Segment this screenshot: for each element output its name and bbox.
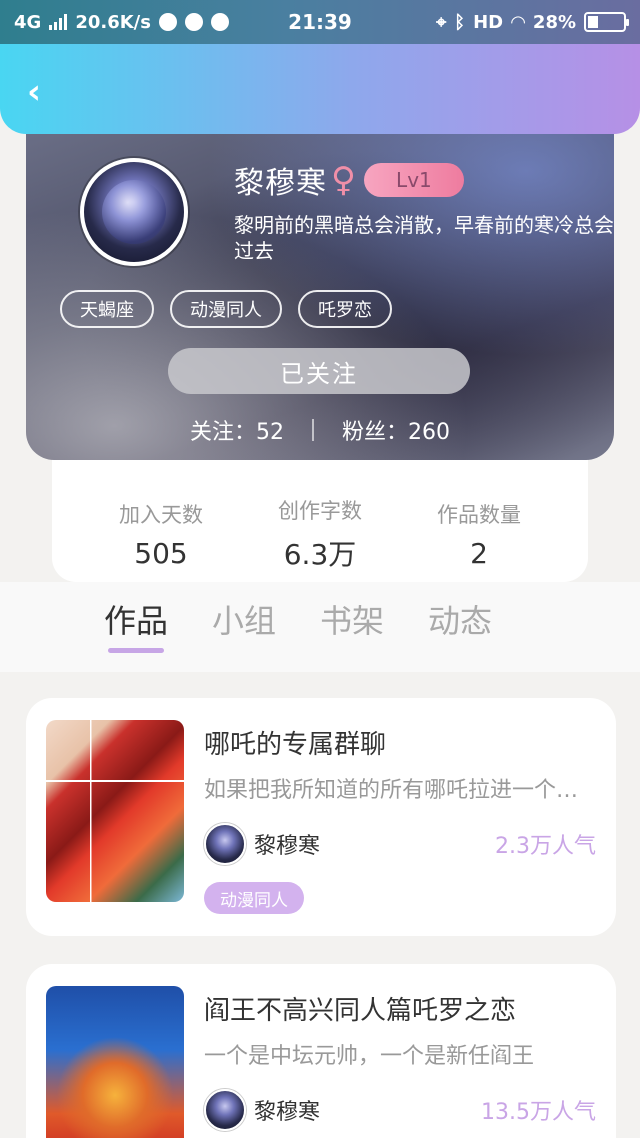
network-label: 4G <box>14 11 42 33</box>
following-count[interactable]: 关注：52 <box>190 414 284 446</box>
stat-value: 505 <box>134 536 188 570</box>
app-notification-icon <box>158 13 177 31</box>
stat-value: 6.3万 <box>283 538 357 571</box>
stat-label: 创作字数 <box>278 499 362 523</box>
author-name[interactable]: 黎穆寒 <box>254 828 495 860</box>
tab-activity[interactable]: 动态 <box>428 596 492 642</box>
battery-level <box>588 16 599 28</box>
chat-notification-icon <box>184 13 203 31</box>
stat-word-count: 创作字数 6.3万 <box>255 495 385 573</box>
media-notification-icon <box>210 13 229 31</box>
follow-button[interactable]: 已关注 <box>168 348 470 394</box>
profile-tag[interactable]: 吒罗恋 <box>298 290 392 328</box>
profile-tag[interactable]: 动漫同人 <box>170 290 282 328</box>
author-avatar[interactable] <box>204 823 246 865</box>
clock: 21:39 <box>288 10 352 34</box>
stat-works-count: 作品数量 2 <box>414 499 544 570</box>
profile-tag[interactable]: 天蝎座 <box>60 290 154 328</box>
popularity-count: 2.3万人气 <box>495 834 596 859</box>
author-row: 黎穆寒 2.3万人气 <box>204 822 596 866</box>
work-cover[interactable] <box>46 986 184 1138</box>
work-cover[interactable] <box>46 720 184 902</box>
avatar[interactable] <box>80 158 188 266</box>
battery-icon <box>584 12 630 32</box>
stat-label: 作品数量 <box>437 502 521 527</box>
divider <box>312 419 314 441</box>
signal-icon <box>49 14 68 30</box>
author-row: 黎穆寒 13.5万人气 <box>204 1088 596 1132</box>
work-title[interactable]: 哪吒的专属群聊 <box>204 724 594 761</box>
work-description: 一个是中坛元帅，一个是新任阎王 <box>204 1044 535 1069</box>
popularity-count: 13.5万人气 <box>481 1100 596 1125</box>
tabs: 作品 小组 书架 动态 <box>104 596 492 653</box>
stat-join-days: 加入天数 505 <box>96 499 226 570</box>
stats-card: 加入天数 505 创作字数 6.3万 作品数量 2 <box>52 452 588 582</box>
battery-percent: 28% <box>532 11 577 33</box>
profile-card: 黎穆寒 ♀ Lv1 黎明前的黑暗总会消散，早春前的寒冷总会过去 天蝎座 动漫同人… <box>26 120 614 460</box>
tabs-bar: 作品 小组 书架 动态 <box>0 582 640 672</box>
tab-bookshelf[interactable]: 书架 <box>320 596 384 642</box>
work-card[interactable]: 哪吒的专属群聊 如果把我所知道的所有哪吒拉进一个群里会怎样 黎穆寒 2.3万人气… <box>26 698 616 936</box>
tab-groups[interactable]: 小组 <box>212 596 276 642</box>
author-name[interactable]: 黎穆寒 <box>254 1094 481 1126</box>
status-bar: 4G 20.6K/s 21:39 ⌖ ᛒ HD ◠ 28% <box>0 0 640 44</box>
genre-tag[interactable]: 动漫同人 <box>204 882 304 914</box>
stat-value: 2 <box>470 536 488 570</box>
network-speed: 20.6K/s <box>75 11 151 33</box>
user-bio: 黎明前的黑暗总会消散，早春前的寒冷总会过去 <box>234 213 614 263</box>
level-badge: Lv1 <box>363 163 464 197</box>
location-icon: ⌖ <box>436 11 447 33</box>
status-left: 4G 20.6K/s <box>14 12 288 33</box>
profile-tags: 天蝎座 动漫同人 吒罗恋 <box>60 290 392 328</box>
status-right: ⌖ ᛒ HD ◠ 28% <box>352 11 630 33</box>
stat-label: 加入天数 <box>119 502 203 527</box>
work-description: 如果把我所知道的所有哪吒拉进一个群里会怎样 <box>204 778 584 803</box>
author-avatar[interactable] <box>204 1089 246 1131</box>
work-card[interactable]: 阎王不高兴同人篇吒罗之恋 一个是中坛元帅，一个是新任阎王 黎穆寒 13.5万人气 <box>26 964 616 1138</box>
followers-count[interactable]: 粉丝：260 <box>342 414 450 446</box>
follow-stats: 关注：52 粉丝：260 <box>26 410 614 450</box>
bluetooth-icon: ᛒ <box>454 11 466 33</box>
hd-label: HD <box>473 11 504 33</box>
user-name: 黎穆寒 <box>234 166 327 201</box>
chevron-left-icon: ‹ <box>26 72 41 112</box>
wifi-icon: ◠ <box>511 11 525 33</box>
page-header: ‹ <box>0 44 640 134</box>
female-icon: ♀ <box>331 160 356 200</box>
work-title[interactable]: 阎王不高兴同人篇吒罗之恋 <box>204 990 594 1027</box>
name-row: 黎穆寒 ♀ Lv1 <box>234 158 464 202</box>
tab-works[interactable]: 作品 <box>104 596 168 653</box>
back-button[interactable]: ‹ <box>16 74 52 110</box>
